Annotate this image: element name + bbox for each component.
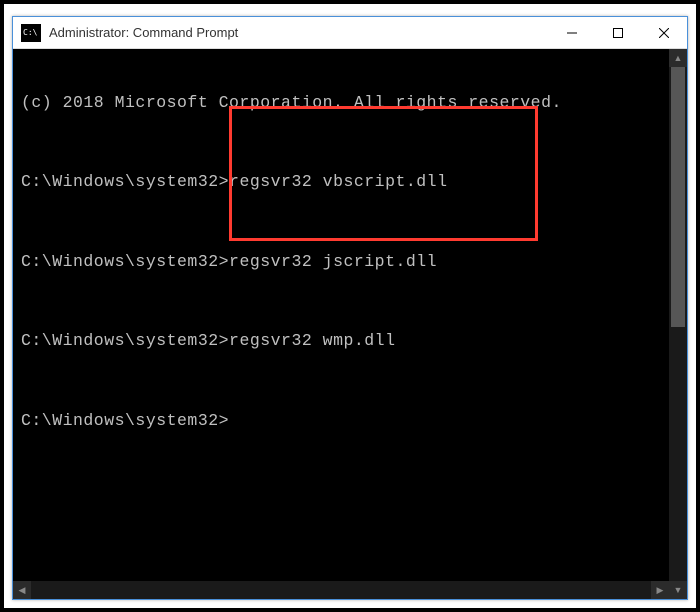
prompt-text: C:\Windows\system32>: [21, 331, 229, 350]
screenshot-frame: C:\ Administrator: Command Prompt (c) 20…: [0, 0, 700, 612]
close-button[interactable]: [641, 17, 687, 49]
vertical-scroll-thumb[interactable]: [671, 67, 685, 327]
prompt-line-4: C:\Windows\system32>: [21, 411, 679, 431]
titlebar[interactable]: C:\ Administrator: Command Prompt: [13, 17, 687, 49]
scroll-up-arrow-icon[interactable]: ▲: [669, 49, 687, 67]
terminal-content: (c) 2018 Microsoft Corporation. All righ…: [13, 49, 687, 477]
prompt-line-1: C:\Windows\system32>regsvr32 vbscript.dl…: [21, 172, 679, 192]
command-prompt-window: C:\ Administrator: Command Prompt (c) 20…: [12, 16, 688, 600]
horizontal-scroll-track[interactable]: [31, 581, 651, 599]
maximize-icon: [613, 28, 623, 38]
close-icon: [659, 28, 669, 38]
scroll-left-arrow-icon[interactable]: ◀: [13, 581, 31, 599]
vertical-scrollbar[interactable]: ▲ ▼: [669, 49, 687, 599]
prompt-text: C:\Windows\system32>: [21, 172, 229, 191]
prompt-text: C:\Windows\system32>: [21, 411, 229, 430]
copyright-line: (c) 2018 Microsoft Corporation. All righ…: [21, 93, 679, 113]
command-text: regsvr32 jscript.dll: [229, 252, 437, 271]
maximize-button[interactable]: [595, 17, 641, 49]
minimize-icon: [567, 28, 577, 38]
cmd-icon: C:\: [21, 24, 41, 42]
prompt-text: C:\Windows\system32>: [21, 252, 229, 271]
terminal-area[interactable]: (c) 2018 Microsoft Corporation. All righ…: [13, 49, 687, 599]
window-controls: [549, 17, 687, 48]
command-text: regsvr32 wmp.dll: [229, 331, 395, 350]
minimize-button[interactable]: [549, 17, 595, 49]
prompt-line-3: C:\Windows\system32>regsvr32 wmp.dll: [21, 331, 679, 351]
window-title: Administrator: Command Prompt: [49, 25, 549, 40]
scroll-down-arrow-icon[interactable]: ▼: [669, 581, 687, 599]
horizontal-scrollbar[interactable]: ◀ ▶: [13, 581, 669, 599]
prompt-line-2: C:\Windows\system32>regsvr32 jscript.dll: [21, 252, 679, 272]
scroll-right-arrow-icon[interactable]: ▶: [651, 581, 669, 599]
cmd-icon-text: C:\: [23, 29, 37, 37]
command-text: regsvr32 vbscript.dll: [229, 172, 447, 191]
